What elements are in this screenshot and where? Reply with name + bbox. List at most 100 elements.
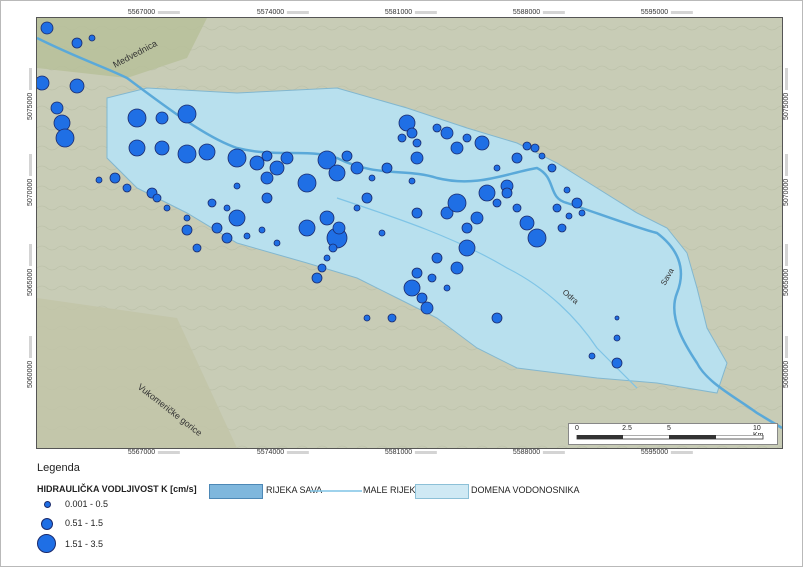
observation-point[interactable] (261, 150, 273, 162)
observation-point[interactable] (177, 144, 197, 164)
observation-point[interactable] (478, 184, 496, 202)
observation-point[interactable] (260, 171, 274, 185)
observation-point[interactable] (474, 135, 490, 151)
observation-point[interactable] (450, 141, 464, 155)
observation-point[interactable] (547, 163, 557, 173)
observation-point[interactable] (527, 228, 547, 248)
observation-point[interactable] (181, 224, 193, 236)
observation-point[interactable] (55, 128, 75, 148)
observation-point[interactable] (378, 229, 386, 237)
observation-point[interactable] (122, 183, 132, 193)
observation-point[interactable] (221, 232, 233, 244)
observation-point[interactable] (192, 243, 202, 253)
observation-point[interactable] (109, 172, 121, 184)
observation-point[interactable] (128, 139, 146, 157)
observation-point[interactable] (563, 186, 571, 194)
observation-point[interactable] (368, 174, 376, 182)
observation-point[interactable] (403, 279, 421, 297)
observation-point[interactable] (458, 239, 476, 257)
observation-point[interactable] (411, 207, 423, 219)
observation-point[interactable] (432, 123, 442, 133)
observation-point[interactable] (408, 177, 416, 185)
observation-point[interactable] (427, 273, 437, 283)
observation-point[interactable] (443, 284, 451, 292)
observation-point[interactable] (155, 111, 169, 125)
observation-point[interactable] (571, 197, 583, 209)
observation-point[interactable] (412, 138, 422, 148)
observation-point[interactable] (552, 203, 562, 213)
observation-point[interactable] (249, 155, 265, 171)
observation-point[interactable] (450, 261, 464, 275)
observation-point[interactable] (519, 215, 535, 231)
observation-point[interactable] (37, 75, 50, 91)
observation-point[interactable] (183, 214, 191, 222)
observation-point[interactable] (328, 164, 346, 182)
observation-point[interactable] (470, 211, 484, 225)
observation-point[interactable] (223, 204, 231, 212)
observation-point[interactable] (420, 301, 434, 315)
observation-point[interactable] (228, 209, 246, 227)
observation-point[interactable] (511, 152, 523, 164)
observation-point[interactable] (69, 78, 85, 94)
observation-point[interactable] (328, 243, 338, 253)
observation-point[interactable] (40, 21, 54, 35)
map-frame[interactable]: Medvednica Vukomeričke gorice Odra Sava … (36, 17, 783, 449)
observation-point[interactable] (492, 198, 502, 208)
observation-point[interactable] (207, 198, 217, 208)
observation-point[interactable] (361, 192, 373, 204)
observation-point[interactable] (298, 219, 316, 237)
observation-point[interactable] (350, 161, 364, 175)
observation-point[interactable] (88, 34, 96, 42)
observation-point[interactable] (381, 162, 393, 174)
observation-point[interactable] (317, 263, 327, 273)
observation-point[interactable] (127, 108, 147, 128)
observation-point[interactable] (258, 226, 266, 234)
observation-point[interactable] (501, 187, 513, 199)
observation-point[interactable] (280, 151, 294, 165)
observation-point[interactable] (198, 143, 216, 161)
observation-point[interactable] (512, 203, 522, 213)
observation-point[interactable] (341, 150, 353, 162)
observation-point[interactable] (387, 313, 397, 323)
observation-point[interactable] (493, 164, 501, 172)
observation-point[interactable] (261, 192, 273, 204)
observation-point[interactable] (53, 114, 71, 132)
observation-point[interactable] (410, 151, 424, 165)
observation-point[interactable] (332, 221, 346, 235)
observation-point[interactable] (461, 222, 473, 234)
observation-point[interactable] (613, 334, 621, 342)
observation-point[interactable] (578, 209, 586, 217)
observation-point[interactable] (565, 212, 573, 220)
observation-point[interactable] (152, 193, 162, 203)
observation-point[interactable] (530, 143, 540, 153)
observation-point[interactable] (538, 152, 546, 160)
observation-point[interactable] (227, 148, 247, 168)
observation-point[interactable] (273, 239, 281, 247)
observation-point[interactable] (71, 37, 83, 49)
observation-point[interactable] (363, 314, 371, 322)
observation-point[interactable] (154, 140, 170, 156)
observation-point[interactable] (411, 267, 423, 279)
observation-point[interactable] (269, 160, 285, 176)
observation-point[interactable] (397, 133, 407, 143)
observation-point[interactable] (614, 315, 620, 321)
observation-point[interactable] (243, 232, 251, 240)
observation-point[interactable] (440, 126, 454, 140)
observation-point[interactable] (95, 176, 103, 184)
observation-point[interactable] (50, 101, 64, 115)
observation-point[interactable] (211, 222, 223, 234)
observation-point[interactable] (311, 272, 323, 284)
observation-point[interactable] (462, 133, 472, 143)
observation-point[interactable] (522, 141, 532, 151)
observation-point[interactable] (406, 127, 418, 139)
observation-point[interactable] (447, 193, 467, 213)
observation-point[interactable] (319, 210, 335, 226)
observation-point[interactable] (416, 292, 428, 304)
observation-point[interactable] (163, 204, 171, 212)
observation-point[interactable] (233, 182, 241, 190)
observation-point[interactable] (353, 204, 361, 212)
observation-point[interactable] (611, 357, 623, 369)
observation-point[interactable] (297, 173, 317, 193)
observation-point[interactable] (177, 104, 197, 124)
observation-point[interactable] (588, 352, 596, 360)
